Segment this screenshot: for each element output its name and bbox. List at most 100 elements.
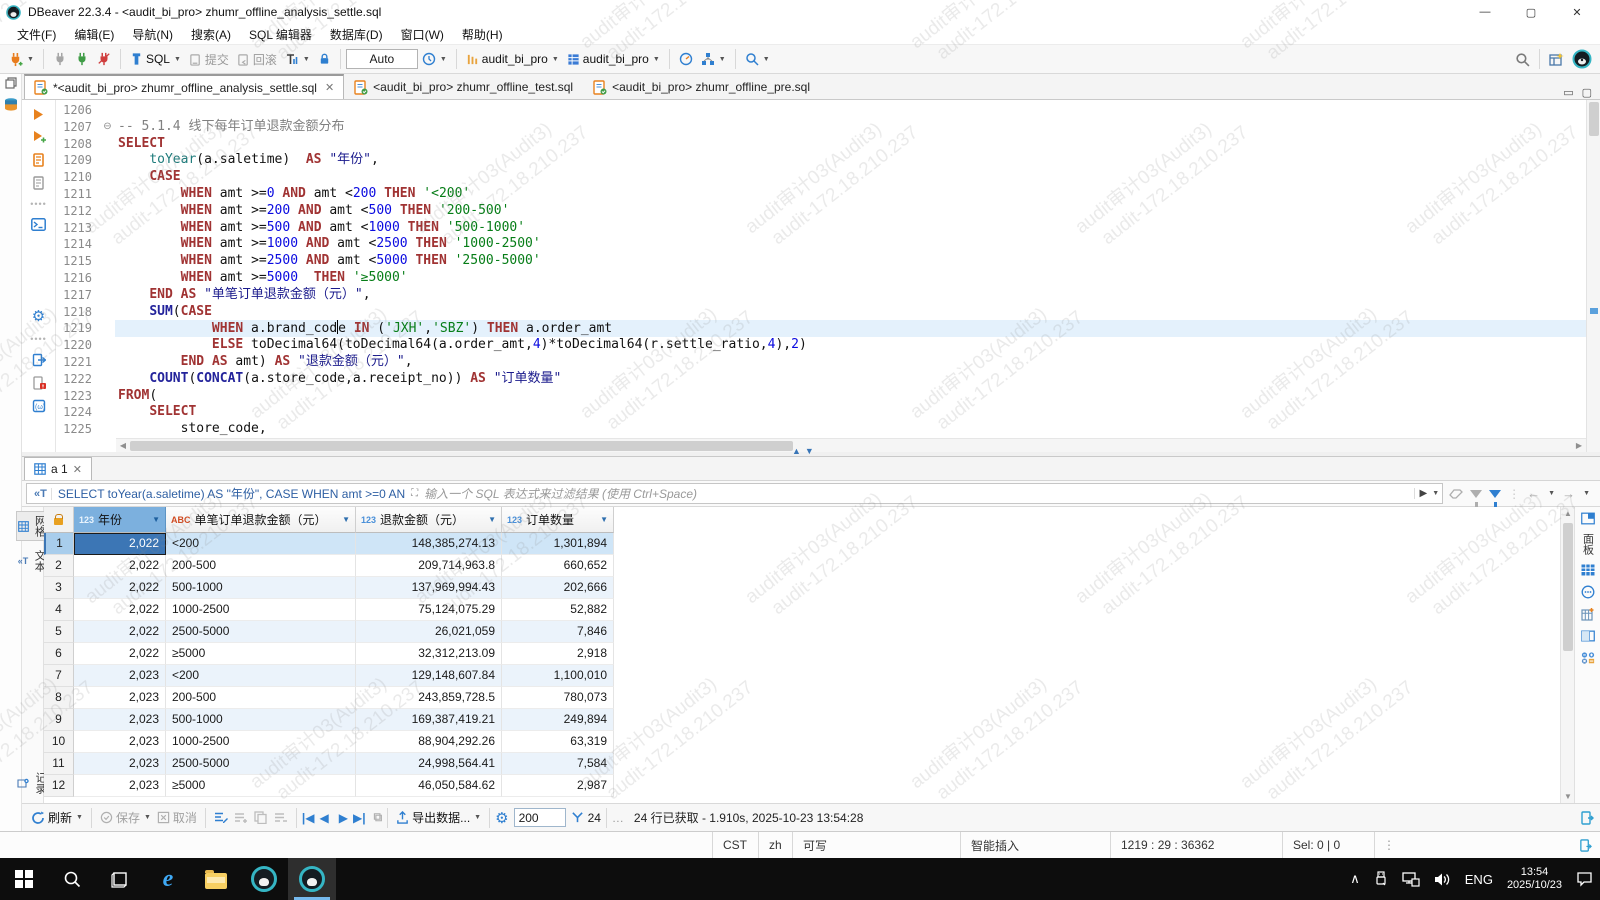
language-indicator[interactable]: ENG [1458, 858, 1500, 900]
menu-item-3[interactable]: 搜索(A) [182, 24, 240, 45]
maximize-button[interactable]: ▢ [1508, 0, 1554, 24]
table-cell[interactable]: 1000-2500 [166, 599, 356, 621]
table-cell[interactable]: 2,022 [74, 599, 166, 621]
fold-marker[interactable]: ⊖ [100, 119, 115, 136]
sort-dropdown-icon[interactable]: ▼ [594, 515, 608, 524]
menu-item-1[interactable]: 编辑(E) [65, 24, 123, 45]
sort-dropdown-icon[interactable]: ▼ [336, 515, 350, 524]
table-row[interactable]: 12 2,023 ≥5000 46,050,584.62 2,987 [44, 775, 1560, 797]
column-header-3[interactable]: 123 订单数量 ▼ [502, 507, 614, 533]
table-cell[interactable]: 202,666 [502, 577, 614, 599]
first-row-button[interactable]: |◀ [302, 811, 315, 825]
transfer-icon[interactable] [1580, 810, 1594, 825]
sql-editor-button[interactable]: SQL ▼ [126, 49, 185, 69]
table-row[interactable]: 9 2,023 500-1000 169,387,419.21 249,894 [44, 709, 1560, 731]
table-row[interactable]: 10 2,023 1000-2500 88,904,292.26 63,319 [44, 731, 1560, 753]
row-number[interactable]: 8 [44, 687, 74, 709]
editor-results-sash[interactable]: ▲ ▼ [22, 447, 1600, 456]
sql-editor[interactable]: •••• ⚙ •••• (ω) 1206 1207 ⊖ -- 5.1.4 线下每年订单… [22, 100, 1600, 452]
action-center-icon[interactable] [1569, 858, 1600, 900]
editor-tab-0[interactable]: *<audit_bi_pro> zhumr_offline_analysis_s… [24, 74, 345, 99]
transaction-auto-select[interactable]: Auto [345, 49, 418, 69]
row-number[interactable]: 6 [44, 643, 74, 665]
remove-filter-icon[interactable] [1470, 489, 1483, 509]
execute-new-tab-icon[interactable] [32, 130, 46, 144]
table-cell[interactable]: 2,987 [502, 775, 614, 797]
terminal-icon[interactable] [31, 218, 46, 231]
row-number[interactable]: 4 [44, 599, 74, 621]
commit-button[interactable]: 提交 [185, 48, 233, 71]
disconnect-button[interactable] [93, 49, 115, 69]
editor-tab-1[interactable]: <audit_bi_pro> zhumr_offline_test.sql [344, 74, 583, 99]
table-cell[interactable]: 2,023 [74, 775, 166, 797]
row-number[interactable]: 11 [44, 753, 74, 775]
connection-selector[interactable]: audit_bi_pro ▼ [462, 49, 563, 69]
new-connection-button[interactable]: ▼ [4, 49, 38, 70]
taskbar-search-icon[interactable] [48, 858, 96, 900]
database-navigator-icon[interactable] [3, 97, 19, 113]
filter-input[interactable]: «T SELECT toYear(a.saletime) AS "年份", CA… [26, 483, 1444, 504]
table-cell[interactable]: 7,584 [502, 753, 614, 775]
back-arrow-icon[interactable]: ← [1527, 486, 1540, 501]
table-cell[interactable]: 2,023 [74, 753, 166, 775]
table-cell[interactable]: <200 [166, 665, 356, 687]
usb-icon[interactable] [1367, 858, 1395, 900]
table-cell[interactable]: 780,073 [502, 687, 614, 709]
table-cell[interactable]: 1,100,010 [502, 665, 614, 687]
table-cell[interactable]: ≥5000 [166, 775, 356, 797]
dashboard-icon[interactable] [675, 49, 697, 69]
table-cell[interactable]: 2,023 [74, 665, 166, 687]
table-cell[interactable]: 500-1000 [166, 709, 356, 731]
table-cell[interactable]: ≥5000 [166, 643, 356, 665]
delete-row-icon[interactable] [271, 809, 291, 826]
menu-item-5[interactable]: 数据库(D) [321, 24, 392, 45]
table-row[interactable]: 7 2,023 <200 129,148,607.84 1,100,010 [44, 665, 1560, 687]
row-number[interactable]: 2 [44, 555, 74, 577]
table-cell[interactable]: 63,319 [502, 731, 614, 753]
table-cell[interactable]: 500-1000 [166, 577, 356, 599]
forward-arrow-icon[interactable]: → [1562, 486, 1575, 501]
apply-filter-icon[interactable]: ▶ [1419, 488, 1427, 499]
column-header-1[interactable]: ABC 单笔订单退款金额（元） ▼ [166, 507, 356, 533]
editor-tab-2[interactable]: <audit_bi_pro> zhumr_offline_pre.sql [583, 74, 820, 99]
row-number[interactable]: 10 [44, 731, 74, 753]
explain-plan-icon[interactable] [32, 176, 46, 190]
cluster-icon[interactable]: ▼ [697, 49, 730, 69]
editor-vertical-scrollbar[interactable] [1586, 100, 1600, 452]
table-cell[interactable]: 2500-5000 [166, 621, 356, 643]
minimize-view-icon[interactable]: ▭ [1563, 86, 1573, 99]
next-row-button[interactable]: ▶ [339, 811, 348, 825]
file-explorer-icon[interactable] [192, 858, 240, 900]
fetch-page-button[interactable]: ⧉ [374, 810, 383, 825]
table-cell[interactable]: 2500-5000 [166, 753, 356, 775]
table-cell[interactable]: 2,918 [502, 643, 614, 665]
column-header-2[interactable]: 123 退款金额（元） ▼ [356, 507, 502, 533]
row-number[interactable]: 5 [44, 621, 74, 643]
table-cell[interactable]: 2,022 [74, 643, 166, 665]
table-cell[interactable]: 7,846 [502, 621, 614, 643]
internet-explorer-icon[interactable]: e [144, 858, 192, 900]
column-header-0[interactable]: 123 年份 ▼ [74, 507, 166, 533]
open-perspective-icon[interactable] [1545, 49, 1568, 70]
result-tab[interactable]: a 1 ✕ [24, 457, 92, 480]
edit-cell-icon[interactable] [211, 809, 231, 826]
table-row[interactable]: 5 2,022 2500-5000 26,021,059 7,846 [44, 621, 1560, 643]
table-cell[interactable]: 88,904,292.26 [356, 731, 502, 753]
table-cell[interactable]: 2,023 [74, 709, 166, 731]
filter-icon[interactable] [1489, 489, 1502, 509]
zoom-buttons-icon[interactable] [1581, 651, 1595, 665]
value-viewer-icon[interactable] [1580, 511, 1595, 525]
table-cell[interactable]: 243,859,728.5 [356, 687, 502, 709]
task-view-icon[interactable] [96, 858, 144, 900]
row-number[interactable]: 9 [44, 709, 74, 731]
grid-vertical-scrollbar[interactable]: ▲ ▼ [1560, 507, 1574, 803]
transaction-mode-button[interactable]: ▼ [281, 49, 314, 69]
table-cell[interactable]: 32,312,213.09 [356, 643, 502, 665]
dbeaver-taskbar-icon[interactable] [240, 858, 288, 900]
table-cell[interactable]: 660,652 [502, 555, 614, 577]
connect-button[interactable] [49, 49, 71, 69]
table-cell[interactable]: 148,385,274.13 [356, 533, 502, 555]
result-grid[interactable]: 123 年份 ▼ ABC 单笔订单退款金额（元） ▼ 123 退款金额（元） ▼ 123 订单数量 ▼… [44, 507, 1560, 803]
table-row[interactable]: 1 2,022 <200 148,385,274.13 1,301,894 [44, 533, 1560, 555]
value-grid-icon[interactable] [1581, 563, 1595, 577]
